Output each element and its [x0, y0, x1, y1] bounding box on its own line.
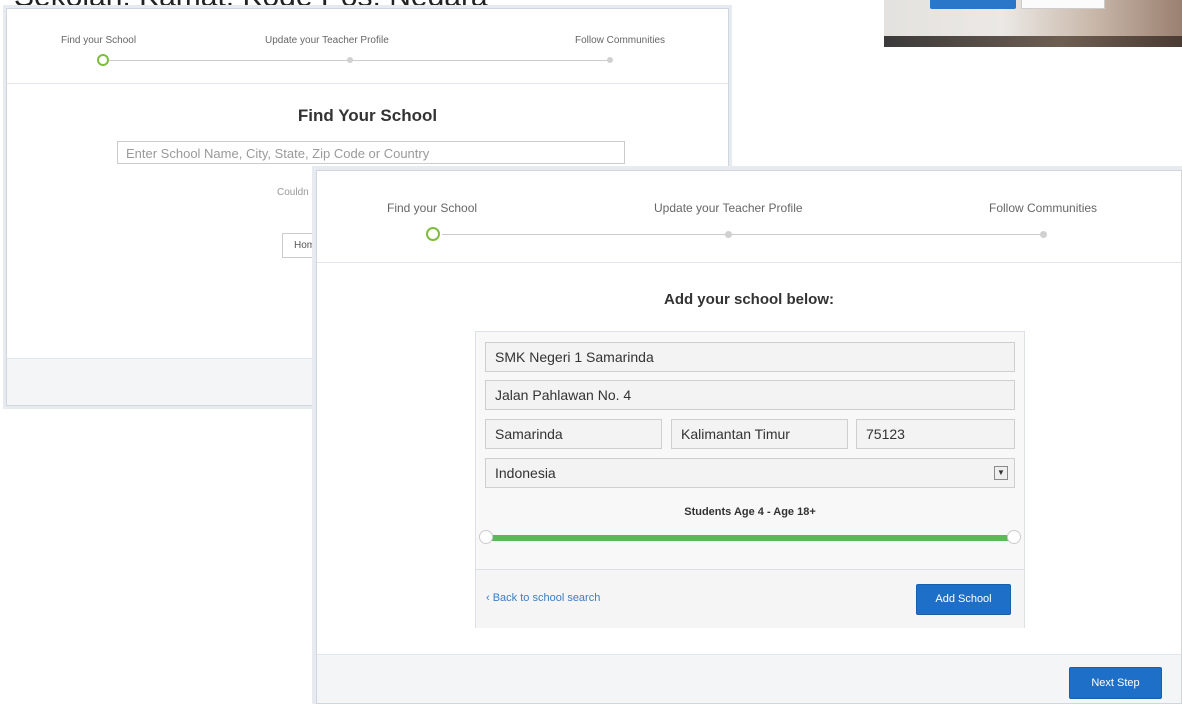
step-active-dot	[426, 227, 440, 241]
age-max-handle[interactable]	[1007, 530, 1021, 544]
step-dot	[725, 231, 732, 238]
next-step-button[interactable]: Next Step	[1069, 667, 1162, 699]
form-footer: ‹ Back to school search Add School	[476, 569, 1024, 628]
dropdown-arrow-icon[interactable]: ▼	[994, 466, 1008, 480]
photo-blue-button	[930, 0, 1016, 9]
step-dot	[1040, 231, 1047, 238]
step-active-dot	[97, 54, 109, 66]
age-range-fill	[486, 535, 1014, 541]
step-find-school: Find your School	[387, 201, 478, 215]
step-update-profile: Update your Teacher Profile	[265, 35, 389, 46]
city-field[interactable]: Samarinda	[485, 419, 662, 449]
age-range-slider[interactable]	[486, 535, 1014, 541]
panel-footer: Next Step	[317, 654, 1181, 703]
could-not-find-text: Couldn	[277, 187, 309, 198]
step-follow-communities: Follow Communities	[575, 35, 666, 46]
progress-steps: Find your School Update your Teacher Pro…	[317, 171, 1181, 263]
add-school-heading: Add your school below:	[663, 291, 834, 308]
step-update-profile: Update your Teacher Profile	[654, 201, 803, 215]
photo-white-button	[1021, 0, 1105, 9]
add-school-panel: Find your School Update your Teacher Pro…	[316, 170, 1182, 704]
age-range-label: Students Age 4 - Age 18+	[684, 506, 816, 518]
step-find-school: Find your School	[61, 35, 137, 46]
address-field[interactable]: Jalan Pahlawan No. 4	[485, 380, 1015, 410]
step-follow-communities: Follow Communities	[989, 201, 1098, 215]
country-select-value: Indonesia	[495, 465, 556, 481]
add-school-button[interactable]: Add School	[916, 584, 1011, 615]
progress-track	[442, 234, 1044, 235]
progress-steps: Find your School Update your Teacher Pro…	[7, 9, 728, 84]
background-photo-fragment	[884, 0, 1182, 47]
photo-dark-strip	[884, 36, 1182, 47]
page-title: Find Your School	[297, 106, 438, 125]
step-dot	[347, 57, 353, 63]
progress-track	[109, 60, 611, 61]
add-school-form: SMK Negeri 1 Samarinda Jalan Pahlawan No…	[475, 331, 1025, 628]
school-search-input[interactable]: Enter School Name, City, State, Zip Code…	[117, 141, 625, 164]
step-dot	[607, 57, 613, 63]
school-name-field[interactable]: SMK Negeri 1 Samarinda	[485, 342, 1015, 372]
zip-field[interactable]: 75123	[856, 419, 1015, 449]
state-field[interactable]: Kalimantan Timur	[671, 419, 848, 449]
age-min-handle[interactable]	[479, 530, 493, 544]
back-to-search-link[interactable]: ‹ Back to school search	[486, 592, 600, 604]
country-select[interactable]: Indonesia ▼	[485, 458, 1015, 488]
